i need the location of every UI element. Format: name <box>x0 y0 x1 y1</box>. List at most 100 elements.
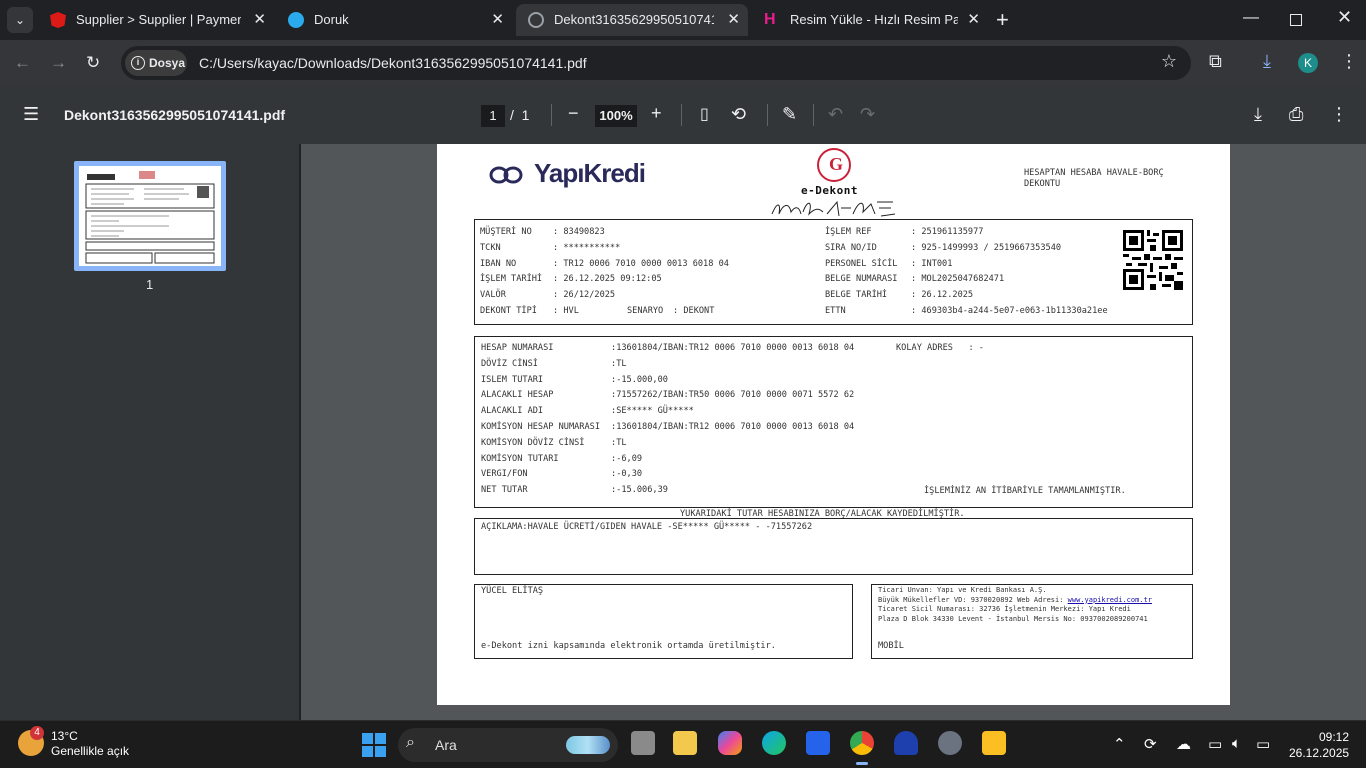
field-value: -0,30 <box>616 469 643 480</box>
field-value: 26.12.2025 <box>921 290 974 301</box>
tab-resim-yukle[interactable]: H Resim Yükle - Hızlı Resim Paylaş ✕ <box>752 4 988 36</box>
back-icon[interactable]: ← <box>14 53 31 73</box>
cloud-icon[interactable]: ☁ <box>1176 735 1191 753</box>
bank-web-link[interactable]: www.yapikredi.com.tr <box>1068 596 1152 604</box>
field-value: TR12 0006 7010 0000 0013 6018 04 <box>563 258 729 269</box>
zoom-in-icon[interactable]: + <box>651 103 662 124</box>
system-clock[interactable]: 09:12 26.12.2025 <box>1289 729 1349 761</box>
tab-supplier[interactable]: Supplier > Supplier | Payment C ✕ <box>38 4 274 36</box>
pdf-viewer[interactable]: YapıKredi G e-Dekont HESAPTAN HESABA HAV… <box>301 144 1366 720</box>
angular-icon <box>50 12 66 28</box>
new-tab-icon[interactable]: + <box>996 7 1009 33</box>
extensions-icon[interactable]: ⧉ <box>1209 51 1222 72</box>
info-row: PERSONEL SİCİL: INT001 <box>825 258 953 269</box>
channel-label: MOBİL <box>878 641 904 651</box>
forward-icon[interactable]: → <box>50 53 67 73</box>
tab-title: Supplier > Supplier | Payment C <box>76 12 241 27</box>
chrome-icon[interactable] <box>850 731 874 765</box>
chip-label: Dosya <box>149 56 186 70</box>
field-label: VERGI/FON <box>481 469 528 480</box>
pdf-download-icon[interactable]: ⤓ <box>1254 104 1262 125</box>
volume-icon[interactable]: 🔈︎ <box>1232 735 1241 752</box>
field-label: VALÖR <box>480 290 506 301</box>
restore-icon[interactable] <box>1290 14 1302 26</box>
search-label: Ara <box>435 737 457 753</box>
field-value: MOL2025047682471 <box>921 274 1005 285</box>
clock-date: 26.12.2025 <box>1289 746 1350 760</box>
show-hidden-icons-icon[interactable]: ⌃ <box>1113 735 1126 753</box>
site-info-chip[interactable]: i Dosya <box>125 50 187 76</box>
kolay-adres-label: KOLAY ADRES <box>896 343 953 353</box>
edge-icon[interactable] <box>762 731 786 755</box>
task-view-icon[interactable] <box>631 731 655 755</box>
thumbnail-page-number: 1 <box>146 277 154 292</box>
settings-gear-icon[interactable] <box>938 731 962 755</box>
field-value: 13601804/IBAN:TR12 0006 7010 0000 0013 6… <box>616 343 855 353</box>
reload-icon[interactable]: ↻ <box>86 53 100 73</box>
qr-code <box>1123 230 1183 290</box>
close-tab-icon[interactable]: ✕ <box>727 10 740 28</box>
url-text[interactable]: C:/Users/kayac/Downloads/Dekont316356299… <box>199 55 587 71</box>
bank-info-lines: Ticari Unvan: Yapı ve Kredi Bankası A.Ş.… <box>878 586 1152 624</box>
address-bar[interactable]: i Dosya C:/Users/kayac/Downloads/Dekont3… <box>121 46 1191 80</box>
file-manager-icon[interactable] <box>982 731 1006 755</box>
info-row: TCKN: *********** <box>480 242 621 253</box>
bank-info-line: Plaza D Blok 34330 Levent - İstanbul Mer… <box>878 614 1148 623</box>
remote-app-icon[interactable] <box>894 731 918 755</box>
bookmark-star-icon[interactable]: ☆ <box>1161 51 1177 72</box>
close-tab-icon[interactable]: ✕ <box>491 10 504 28</box>
zoom-input[interactable]: 100% <box>595 105 637 127</box>
battery-icon[interactable]: ▭ <box>1256 735 1270 753</box>
info-row: İŞLEM REF: 251961135977 <box>825 227 984 237</box>
weather-description: Genellikle açık <box>51 744 130 758</box>
field-label: İŞLEM REF <box>825 227 872 237</box>
profile-avatar[interactable]: K <box>1298 53 1318 73</box>
edekont-note: e-Dekont izni kapsamında elektronik orta… <box>481 641 776 651</box>
rotate-icon[interactable]: ⟲ <box>731 104 746 125</box>
print-icon[interactable]: ⎙ <box>1289 104 1303 125</box>
tab-dekont-pdf[interactable]: Dekont3163562995051074141.pdf ✕ <box>516 4 748 36</box>
copilot-icon[interactable] <box>718 731 742 755</box>
bank-info-line: Büyük Mükellefler VD: 9370020892 Web Adr… <box>878 595 1064 604</box>
info-row: SIRA NO/ID: 925-1499993 / 2519667353540 <box>825 242 1062 253</box>
scenario-label: SENARYO <box>627 306 664 316</box>
close-window-icon[interactable]: ✕ <box>1337 7 1352 28</box>
zoom-out-icon[interactable]: − <box>568 103 579 124</box>
fit-page-icon[interactable]: ▯ <box>700 104 709 124</box>
redo-icon[interactable]: ↷ <box>860 104 875 125</box>
pdf-more-icon[interactable]: ⋮ <box>1330 104 1348 125</box>
field-label: BELGE NUMARASI <box>825 274 898 285</box>
sync-icon[interactable]: ⟳ <box>1144 735 1157 753</box>
tab-doruk[interactable]: Doruk ✕ <box>276 4 512 36</box>
page-thumbnail[interactable] <box>74 161 226 271</box>
field-value: 925-1499993 / 2519667353540 <box>921 242 1062 253</box>
network-icon[interactable]: ▭ <box>1208 735 1222 753</box>
minimize-icon[interactable]: — <box>1243 9 1259 27</box>
download-icon[interactable]: ⤓ <box>1263 51 1271 72</box>
tab-search-button[interactable]: ⌄ <box>7 7 33 33</box>
annotate-icon[interactable]: ✎ <box>782 104 797 125</box>
info-row: ETTN: 469303b4-a244-5e07-e063-1b11330a21… <box>825 306 1108 316</box>
info-row: VERGI/FON:-0,30 <box>481 469 643 480</box>
info-row: İŞLEM TARİHİ: 26.12.2025 09:12:05 <box>480 274 662 285</box>
field-label: İŞLEM TARİHİ <box>480 274 543 285</box>
doc-type: HESAPTAN HESABA HAVALE-BORÇ DEKONTU <box>1024 168 1164 189</box>
completed-note: İŞLEMİNİZ AN İTİBARİYLE TAMAMLANMIŞTIR. <box>924 486 1126 496</box>
file-explorer-icon[interactable] <box>673 731 697 755</box>
weather-widget[interactable]: 13°C Genellikle açık <box>51 729 129 759</box>
page-number-input[interactable]: 1 <box>481 105 505 127</box>
info-icon: i <box>131 56 145 70</box>
taskbar-search[interactable]: ⌕ Ara <box>398 728 618 762</box>
info-row: KOMİSYON DÖVİZ CİNSİ:TL <box>481 437 627 448</box>
tab-title: Doruk <box>314 12 349 27</box>
sidebar-menu-icon[interactable]: ☰ <box>23 104 39 125</box>
field-label: KOMİSYON DÖVİZ CİNSİ <box>481 437 585 448</box>
close-tab-icon[interactable]: ✕ <box>253 10 266 28</box>
undo-icon[interactable]: ↶ <box>828 104 843 125</box>
close-tab-icon[interactable]: ✕ <box>967 10 980 28</box>
store-icon[interactable] <box>806 731 830 755</box>
menu-kebab-icon[interactable]: ⋮ <box>1340 51 1358 72</box>
tab-title: Dekont3163562995051074141.pdf <box>554 12 714 27</box>
bank-info-line: Ticaret Sicil Numarası: 32736 İşletmenin… <box>878 605 1131 613</box>
start-windows-icon[interactable] <box>362 733 386 757</box>
